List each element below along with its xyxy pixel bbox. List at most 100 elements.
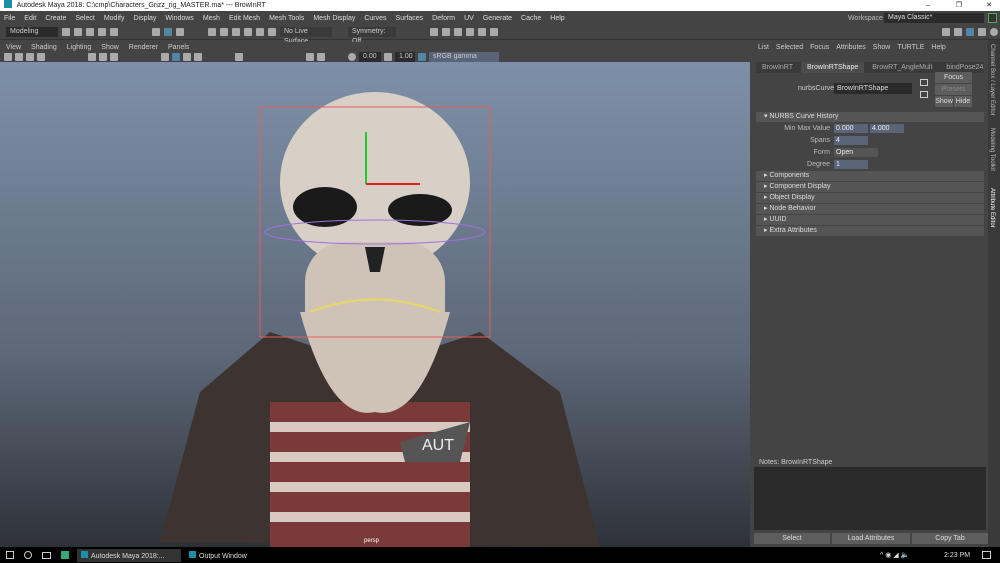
- attribute-editor-icon[interactable]: [966, 28, 974, 36]
- snap-curve-icon[interactable]: [220, 28, 228, 36]
- presets-button[interactable]: Presets: [935, 84, 972, 95]
- taskbar-maya[interactable]: Autodesk Maya 2018:...: [77, 548, 181, 562]
- min-value-field[interactable]: 0.000: [834, 124, 868, 133]
- spans-field[interactable]: 4: [834, 136, 868, 145]
- menu-uv[interactable]: UV: [464, 15, 474, 22]
- input-connection-icon[interactable]: [920, 79, 928, 86]
- menu-create[interactable]: Create: [45, 15, 66, 22]
- minimize-button[interactable]: –: [926, 0, 930, 11]
- human-ik-icon[interactable]: [954, 28, 962, 36]
- taskbar-output-window[interactable]: Output Window: [185, 549, 251, 562]
- ae-menu-selected[interactable]: Selected: [776, 44, 803, 51]
- ae-menu-turtle[interactable]: TURTLE: [897, 44, 924, 51]
- windows-start-icon[interactable]: [6, 551, 14, 559]
- side-tab-modeling-toolkit[interactable]: Modeling Toolkit: [989, 128, 995, 171]
- side-tab-channel-box[interactable]: Channel Box / Layer Editor: [989, 44, 995, 116]
- menu-display[interactable]: Display: [133, 15, 156, 22]
- wireframe-icon[interactable]: [161, 53, 169, 61]
- menu-mesh-display[interactable]: Mesh Display: [313, 15, 355, 22]
- max-value-field[interactable]: 4.000: [870, 124, 904, 133]
- snap-view-icon[interactable]: [244, 28, 252, 36]
- menu-edit-mesh[interactable]: Edit Mesh: [229, 15, 260, 22]
- menu-file[interactable]: File: [4, 15, 15, 22]
- section-components[interactable]: Components: [756, 171, 984, 181]
- tab-browrt-anglemult[interactable]: BrowRT_AngleMult: [866, 62, 938, 73]
- live-surface-field[interactable]: No Live Surface: [280, 27, 332, 45]
- section-object-display[interactable]: Object Display: [756, 193, 984, 203]
- menu-cache[interactable]: Cache: [521, 15, 541, 22]
- film-gate-icon[interactable]: [99, 53, 107, 61]
- notes-textarea[interactable]: [754, 467, 986, 530]
- output-connection-icon[interactable]: [920, 91, 928, 98]
- task-view-icon[interactable]: [42, 551, 51, 559]
- open-scene-icon[interactable]: [74, 28, 82, 36]
- menu-select[interactable]: Select: [75, 15, 94, 22]
- isolate-icon[interactable]: [317, 53, 325, 61]
- pause-icon[interactable]: [490, 28, 498, 36]
- close-button[interactable]: ✕: [986, 0, 992, 11]
- color-management-icon[interactable]: [418, 53, 426, 61]
- clock[interactable]: 2:23 PM: [944, 552, 970, 559]
- undo-icon[interactable]: [98, 28, 106, 36]
- tool-settings-icon[interactable]: [978, 28, 986, 36]
- ipr-render-icon[interactable]: [454, 28, 462, 36]
- menu-curves[interactable]: Curves: [364, 15, 386, 22]
- menu-deform[interactable]: Deform: [432, 15, 455, 22]
- section-extra-attributes[interactable]: Extra Attributes: [756, 226, 984, 236]
- menu-windows[interactable]: Windows: [165, 15, 193, 22]
- image-plane-icon[interactable]: [37, 53, 45, 61]
- tray-icons[interactable]: ^ ◉ ◢ 🔈: [880, 551, 909, 559]
- xray-icon[interactable]: [306, 53, 314, 61]
- render-view-icon[interactable]: [430, 28, 438, 36]
- new-scene-icon[interactable]: [62, 28, 70, 36]
- menu-surfaces[interactable]: Surfaces: [396, 15, 424, 22]
- select-object-icon[interactable]: [164, 28, 172, 36]
- ae-menu-attributes[interactable]: Attributes: [836, 44, 866, 51]
- save-scene-icon[interactable]: [86, 28, 94, 36]
- camera-attr-icon[interactable]: [15, 53, 23, 61]
- smooth-shade-icon[interactable]: [172, 53, 180, 61]
- textured-icon[interactable]: [183, 53, 191, 61]
- node-name-field[interactable]: BrowInRTShape: [834, 83, 912, 94]
- form-dropdown[interactable]: Open: [834, 148, 878, 157]
- symmetry-dropdown[interactable]: Symmetry: Off: [348, 27, 396, 45]
- ae-menu-help[interactable]: Help: [931, 44, 945, 51]
- ae-menu-show[interactable]: Show: [873, 44, 891, 51]
- degree-field[interactable]: 1: [834, 160, 868, 169]
- resolution-gate-icon[interactable]: [110, 53, 118, 61]
- section-node-behavior[interactable]: Node Behavior: [756, 204, 984, 214]
- select-component-icon[interactable]: [176, 28, 184, 36]
- side-tab-attribute-editor[interactable]: Attribute Editor: [989, 188, 995, 228]
- render-settings-icon[interactable]: [466, 28, 474, 36]
- gamma-field[interactable]: 1.00: [395, 52, 415, 62]
- view-transform-dropdown[interactable]: sRGB gamma: [429, 52, 499, 62]
- ae-menu-list[interactable]: List: [758, 44, 769, 51]
- select-hierarchy-icon[interactable]: [152, 28, 160, 36]
- menu-help[interactable]: Help: [550, 15, 564, 22]
- vp-menu-view[interactable]: View: [6, 44, 21, 51]
- section-nurbs-curve-history[interactable]: NURBS Curve History: [756, 112, 984, 122]
- ae-menu-focus[interactable]: Focus: [810, 44, 829, 51]
- camera-icon[interactable]: [4, 53, 12, 61]
- chrome-icon[interactable]: [61, 551, 69, 559]
- select-button[interactable]: Select: [754, 533, 830, 544]
- bookmark-icon[interactable]: [26, 53, 34, 61]
- menu-edit[interactable]: Edit: [24, 15, 36, 22]
- hide-button[interactable]: Hide: [954, 96, 972, 107]
- grid-icon[interactable]: [88, 53, 96, 61]
- section-component-display[interactable]: Component Display: [756, 182, 984, 192]
- redo-icon[interactable]: [110, 28, 118, 36]
- snap-surface-icon[interactable]: [256, 28, 264, 36]
- maximize-button[interactable]: ❐: [956, 0, 962, 11]
- hypershade-icon[interactable]: [478, 28, 486, 36]
- load-attributes-button[interactable]: Load Attributes: [832, 533, 910, 544]
- menu-modify[interactable]: Modify: [104, 15, 125, 22]
- modeling-toolkit-icon[interactable]: [942, 28, 950, 36]
- snap-grid-icon[interactable]: [208, 28, 216, 36]
- lights-icon[interactable]: [194, 53, 202, 61]
- show-button[interactable]: Show: [935, 96, 953, 107]
- shadows-icon[interactable]: [235, 53, 243, 61]
- mode-dropdown[interactable]: Modeling: [6, 27, 58, 37]
- snap-point-icon[interactable]: [232, 28, 240, 36]
- search-icon[interactable]: [24, 551, 32, 559]
